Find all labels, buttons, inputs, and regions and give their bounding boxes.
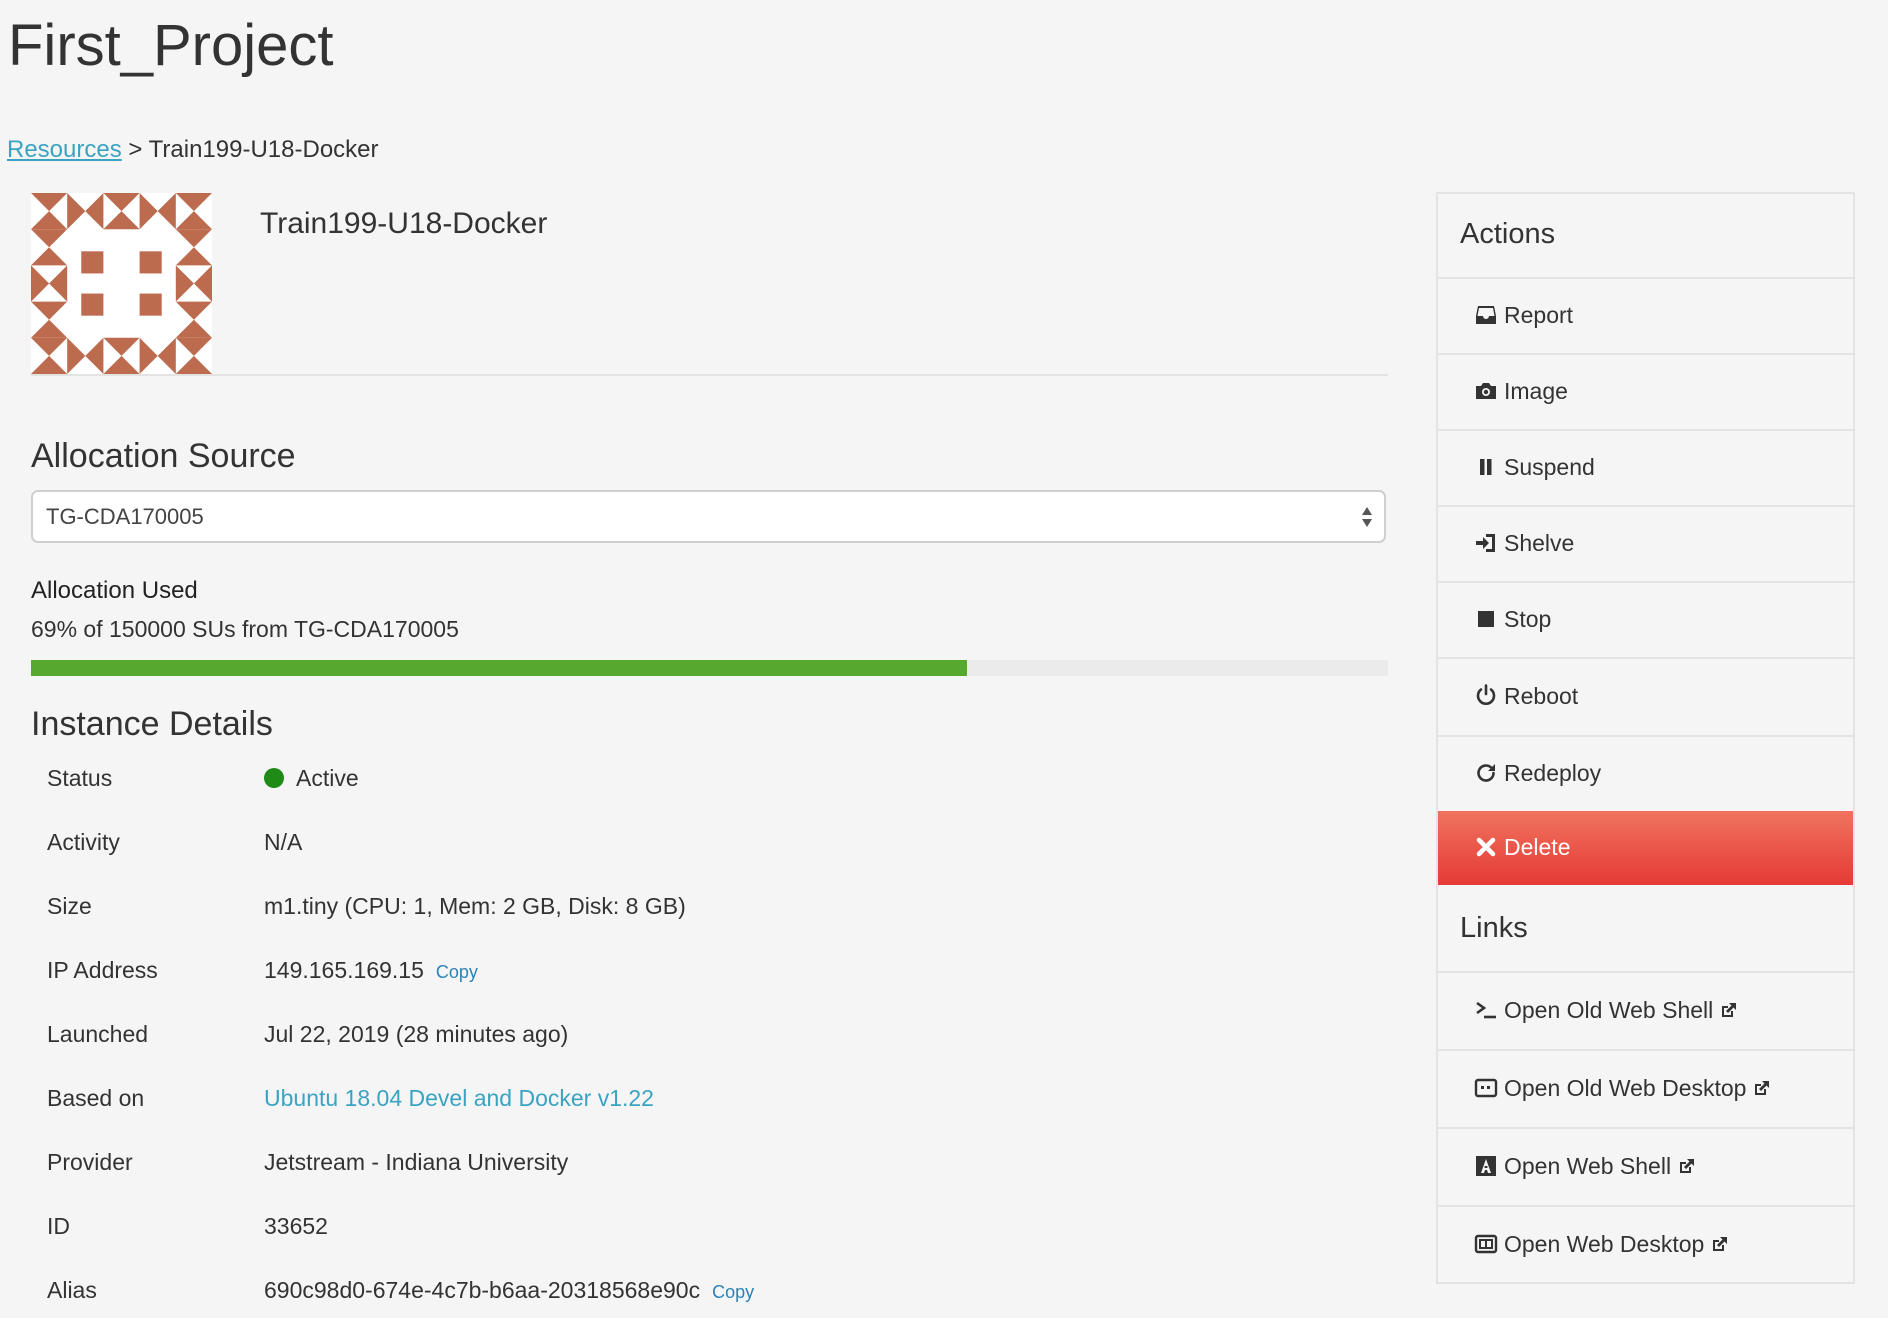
image-label: Image	[1504, 378, 1568, 404]
open-web-shell-label-wrap: Open Web Shell	[1504, 1150, 1695, 1182]
inbox-icon	[1476, 306, 1496, 324]
allocation-progress-bar	[31, 660, 1388, 676]
detail-label: Based on	[47, 1085, 145, 1111]
detail-label: Alias	[47, 1277, 97, 1303]
allocation-used-text: 69% of 150000 SUs from TG-CDA170005	[31, 616, 459, 642]
open-web-shell-link[interactable]: Open Web Shell	[1438, 1127, 1853, 1205]
delete-button[interactable]: Delete	[1438, 811, 1853, 885]
open-old-web-shell-link[interactable]: Open Old Web Shell	[1438, 971, 1853, 1049]
detail-row-based-on: Based on Ubuntu 18.04 Devel and Docker v…	[47, 1078, 1347, 1118]
breadcrumb: Resources > Train199-U18-Docker	[7, 134, 379, 166]
open-web-desktop-label: Open Web Desktop	[1504, 1231, 1705, 1257]
suspend-button[interactable]: Suspend	[1438, 429, 1853, 505]
breadcrumb-resources-link[interactable]: Resources	[7, 136, 122, 163]
detail-row-launched: Launched Jul 22, 2019 (28 minutes ago)	[47, 1014, 1347, 1054]
open-web-desktop-label-wrap: Open Web Desktop	[1504, 1228, 1728, 1260]
detail-row-size: Size m1.tiny (CPU: 1, Mem: 2 GB, Disk: 8…	[47, 886, 1347, 926]
detail-label: Status	[47, 765, 113, 791]
external-link-icon	[1755, 1081, 1770, 1095]
stop-label: Stop	[1504, 606, 1552, 632]
instance-details-heading: Instance Details	[31, 705, 273, 743]
open-web-desktop-link[interactable]: Open Web Desktop	[1438, 1205, 1853, 1282]
status-value: Active	[296, 765, 359, 791]
breadcrumb-current: Train199-U18-Docker	[148, 136, 379, 163]
allocation-source-heading: Allocation Source	[31, 437, 296, 475]
select-arrows-icon	[1362, 507, 1372, 527]
actions-panel: Actions Report Image Suspend Shelve Stop	[1436, 192, 1855, 1284]
detail-row-id: ID 33652	[47, 1206, 1347, 1246]
instance-name: Train199-U18-Docker	[260, 207, 548, 240]
power-icon	[1476, 684, 1496, 705]
redeploy-label: Redeploy	[1504, 760, 1602, 786]
external-link-icon	[1680, 1159, 1695, 1173]
detail-value: 33652	[264, 1213, 328, 1239]
base-image-link[interactable]: Ubuntu 18.04 Devel and Docker v1.22	[264, 1085, 654, 1111]
detail-row-status: Status Active	[47, 758, 1347, 798]
redeploy-button[interactable]: Redeploy	[1438, 735, 1853, 811]
shelve-label: Shelve	[1504, 530, 1575, 556]
open-old-web-desktop-label: Open Old Web Desktop	[1504, 1075, 1747, 1101]
detail-label: Activity	[47, 829, 120, 855]
refresh-icon	[1477, 764, 1495, 782]
detail-value: Ubuntu 18.04 Devel and Docker v1.22	[264, 1078, 654, 1118]
header-divider	[31, 374, 1388, 376]
detail-row-alias: Alias 690c98d0-674e-4c7b-b6aa-20318568e9…	[47, 1270, 1347, 1310]
detail-value: 690c98d0-674e-4c7b-b6aa-20318568e90c Copy	[264, 1270, 754, 1312]
open-old-web-shell-label-wrap: Open Old Web Shell	[1504, 994, 1737, 1026]
detail-value: 149.165.169.15 Copy	[264, 950, 478, 992]
detail-value: Jul 22, 2019 (28 minutes ago)	[264, 1021, 569, 1047]
report-button[interactable]: Report	[1438, 277, 1853, 353]
reboot-button[interactable]: Reboot	[1438, 657, 1853, 735]
report-label: Report	[1504, 302, 1574, 328]
terminal-icon	[1476, 1001, 1496, 1019]
external-link-icon	[1713, 1237, 1728, 1251]
allocation-used-label: Allocation Used	[31, 577, 198, 604]
open-old-web-desktop-label-wrap: Open Old Web Desktop	[1504, 1072, 1770, 1104]
detail-row-activity: Activity N/A	[47, 822, 1347, 862]
detail-value: m1.tiny (CPU: 1, Mem: 2 GB, Disk: 8 GB)	[264, 893, 686, 919]
pause-icon	[1480, 459, 1492, 475]
detail-row-ip-address: IP Address 149.165.169.15 Copy	[47, 950, 1347, 990]
detail-label: ID	[47, 1213, 70, 1239]
ip-address-value: 149.165.169.15	[264, 957, 424, 983]
detail-value: Active	[264, 758, 359, 798]
detail-value: Jetstream - Indiana University	[264, 1149, 569, 1175]
suspend-label: Suspend	[1504, 454, 1595, 480]
camera-icon	[1476, 383, 1496, 399]
window-icon	[1474, 1234, 1498, 1254]
shelve-button[interactable]: Shelve	[1438, 505, 1853, 581]
detail-label: IP Address	[47, 957, 158, 983]
detail-row-provider: Provider Jetstream - Indiana University	[47, 1142, 1347, 1182]
delete-label: Delete	[1504, 834, 1571, 860]
page-title: First_Project	[8, 13, 334, 78]
copy-alias-button[interactable]: Copy	[712, 1282, 754, 1302]
detail-label: Launched	[47, 1021, 149, 1047]
open-old-web-desktop-link[interactable]: Open Old Web Desktop	[1438, 1049, 1853, 1127]
actions-heading: Actions	[1460, 218, 1556, 250]
reboot-label: Reboot	[1504, 683, 1579, 709]
alias-value: 690c98d0-674e-4c7b-b6aa-20318568e90c	[264, 1277, 701, 1303]
allocation-source-value: TG-CDA170005	[46, 504, 204, 529]
breadcrumb-separator: >	[128, 136, 143, 163]
instance-avatar-identicon	[31, 193, 212, 374]
open-web-shell-label: Open Web Shell	[1504, 1153, 1672, 1179]
log-in-icon	[1476, 534, 1495, 552]
allocation-source-select[interactable]: TG-CDA170005	[31, 490, 1386, 543]
image-button[interactable]: Image	[1438, 353, 1853, 429]
open-old-web-shell-label: Open Old Web Shell	[1504, 997, 1714, 1023]
copy-ip-button[interactable]: Copy	[436, 962, 478, 982]
links-heading: Links	[1460, 912, 1528, 944]
status-active-icon	[264, 768, 284, 788]
desktop-icon	[1474, 1078, 1498, 1098]
close-icon	[1476, 837, 1496, 857]
stop-icon	[1478, 611, 1494, 627]
detail-label: Size	[47, 893, 92, 919]
allocation-progress-fill	[31, 660, 968, 676]
font-icon	[1476, 1156, 1496, 1176]
detail-label: Provider	[47, 1149, 133, 1175]
stop-button[interactable]: Stop	[1438, 581, 1853, 657]
external-link-icon	[1722, 1003, 1737, 1017]
detail-value: N/A	[264, 829, 303, 855]
